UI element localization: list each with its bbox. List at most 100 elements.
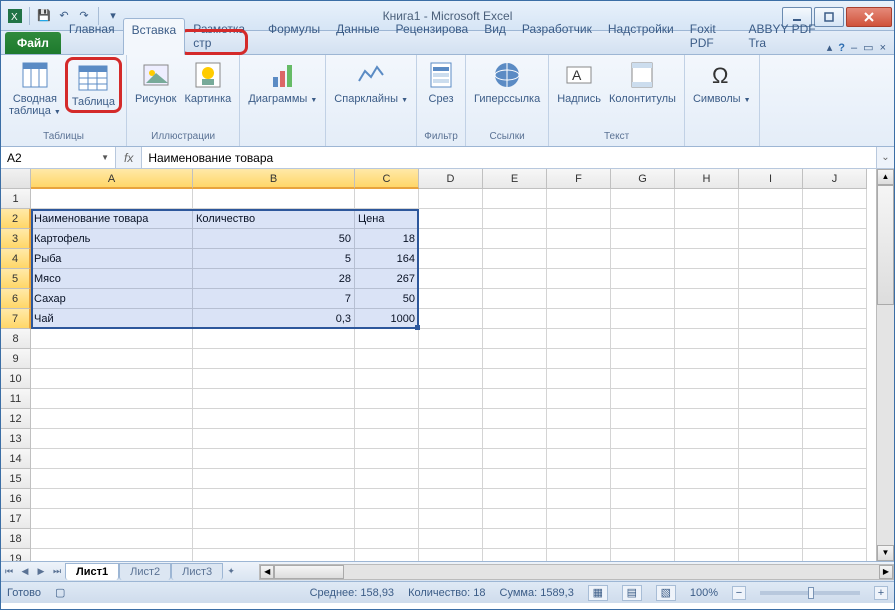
cell[interactable] <box>483 489 547 509</box>
sheet-nav-first-icon[interactable]: ⏮ <box>1 566 17 577</box>
cell[interactable] <box>193 189 355 209</box>
sheet-nav-next-icon[interactable]: ▶ <box>33 566 49 577</box>
cell[interactable] <box>739 449 803 469</box>
cell[interactable]: 50 <box>355 289 419 309</box>
name-box[interactable]: A2 ▼ <box>1 147 116 168</box>
cell[interactable] <box>739 189 803 209</box>
row-header[interactable]: 12 <box>1 409 31 429</box>
cell[interactable] <box>193 529 355 549</box>
expand-formula-icon[interactable]: ⌄ <box>876 147 894 168</box>
cell[interactable] <box>803 229 867 249</box>
cell[interactable]: 18 <box>355 229 419 249</box>
cell[interactable] <box>355 329 419 349</box>
row-header[interactable]: 8 <box>1 329 31 349</box>
cell[interactable] <box>547 509 611 529</box>
zoom-level[interactable]: 100% <box>690 587 718 599</box>
row-header[interactable]: 2 <box>1 209 31 229</box>
cell[interactable] <box>739 369 803 389</box>
cell[interactable] <box>483 429 547 449</box>
new-sheet-icon[interactable]: ✦ <box>223 566 239 577</box>
column-header[interactable]: E <box>483 169 547 189</box>
cell[interactable]: 28 <box>193 269 355 289</box>
column-header[interactable]: A <box>31 169 193 189</box>
help-icon[interactable]: ? <box>838 42 845 54</box>
cell[interactable] <box>675 409 739 429</box>
ribbon-item-Надпись[interactable]: AНадпись <box>553 57 605 107</box>
cell[interactable] <box>611 489 675 509</box>
row-header[interactable]: 3 <box>1 229 31 249</box>
cell[interactable] <box>355 489 419 509</box>
cell[interactable]: Чай <box>31 309 193 329</box>
cell[interactable] <box>739 409 803 429</box>
cell[interactable]: Картофель <box>31 229 193 249</box>
row-header[interactable]: 19 <box>1 549 31 561</box>
cell[interactable] <box>31 409 193 429</box>
cell[interactable] <box>419 389 483 409</box>
cell[interactable] <box>355 189 419 209</box>
cell[interactable] <box>483 349 547 369</box>
doc-minimize-icon[interactable]: – <box>851 42 857 54</box>
cell[interactable] <box>193 409 355 429</box>
cell[interactable]: 0,3 <box>193 309 355 329</box>
cell[interactable] <box>355 469 419 489</box>
cell[interactable] <box>803 489 867 509</box>
ribbon-tab-0[interactable]: Главная <box>61 18 123 54</box>
cell[interactable] <box>31 549 193 561</box>
cell[interactable] <box>675 229 739 249</box>
cell[interactable] <box>419 309 483 329</box>
cell[interactable] <box>547 209 611 229</box>
doc-close-icon[interactable]: × <box>880 42 886 54</box>
scroll-left-icon[interactable]: ◀ <box>260 565 274 579</box>
cell[interactable] <box>611 229 675 249</box>
cell[interactable] <box>803 509 867 529</box>
macro-record-icon[interactable]: ▢ <box>55 586 65 599</box>
sheet-tab[interactable]: Лист2 <box>119 563 171 580</box>
ribbon-tab-6[interactable]: Вид <box>476 18 514 54</box>
cell[interactable] <box>419 369 483 389</box>
ribbon-tab-1[interactable]: Вставка <box>123 18 186 55</box>
zoom-slider[interactable] <box>760 591 860 595</box>
cell[interactable] <box>355 349 419 369</box>
scroll-up-icon[interactable]: ▲ <box>877 169 894 185</box>
cell[interactable] <box>31 189 193 209</box>
row-header[interactable]: 16 <box>1 489 31 509</box>
cell[interactable] <box>483 289 547 309</box>
cell[interactable] <box>547 529 611 549</box>
cell[interactable] <box>803 209 867 229</box>
cell[interactable] <box>803 389 867 409</box>
cell[interactable] <box>483 529 547 549</box>
cell[interactable] <box>803 549 867 561</box>
cell[interactable] <box>547 489 611 509</box>
cell[interactable] <box>739 329 803 349</box>
cell[interactable] <box>419 449 483 469</box>
cell[interactable] <box>419 469 483 489</box>
column-header[interactable]: D <box>419 169 483 189</box>
row-header[interactable]: 17 <box>1 509 31 529</box>
cell[interactable] <box>547 549 611 561</box>
cell[interactable] <box>675 289 739 309</box>
cell[interactable] <box>739 429 803 449</box>
cell[interactable] <box>611 389 675 409</box>
cell[interactable] <box>611 189 675 209</box>
cell[interactable] <box>31 369 193 389</box>
cell[interactable]: 164 <box>355 249 419 269</box>
cell[interactable] <box>675 549 739 561</box>
horizontal-scrollbar[interactable]: ◀ ▶ <box>259 564 894 580</box>
cell[interactable] <box>31 329 193 349</box>
cell[interactable]: 50 <box>193 229 355 249</box>
ribbon-item-Срез[interactable]: Срез <box>421 57 461 107</box>
ribbon-tab-7[interactable]: Разработчик <box>514 18 600 54</box>
cell[interactable] <box>611 289 675 309</box>
cell[interactable] <box>419 409 483 429</box>
save-icon[interactable]: 💾 <box>36 8 52 24</box>
chevron-down-icon[interactable]: ▼ <box>101 153 109 162</box>
column-header[interactable]: H <box>675 169 739 189</box>
cell[interactable] <box>547 229 611 249</box>
cell[interactable] <box>803 289 867 309</box>
cell[interactable] <box>675 529 739 549</box>
cell[interactable] <box>547 189 611 209</box>
cell[interactable] <box>355 389 419 409</box>
select-all-corner[interactable] <box>1 169 31 189</box>
ribbon-item-Гиперссылка[interactable]: Гиперссылка <box>470 57 544 107</box>
cell[interactable]: Мясо <box>31 269 193 289</box>
